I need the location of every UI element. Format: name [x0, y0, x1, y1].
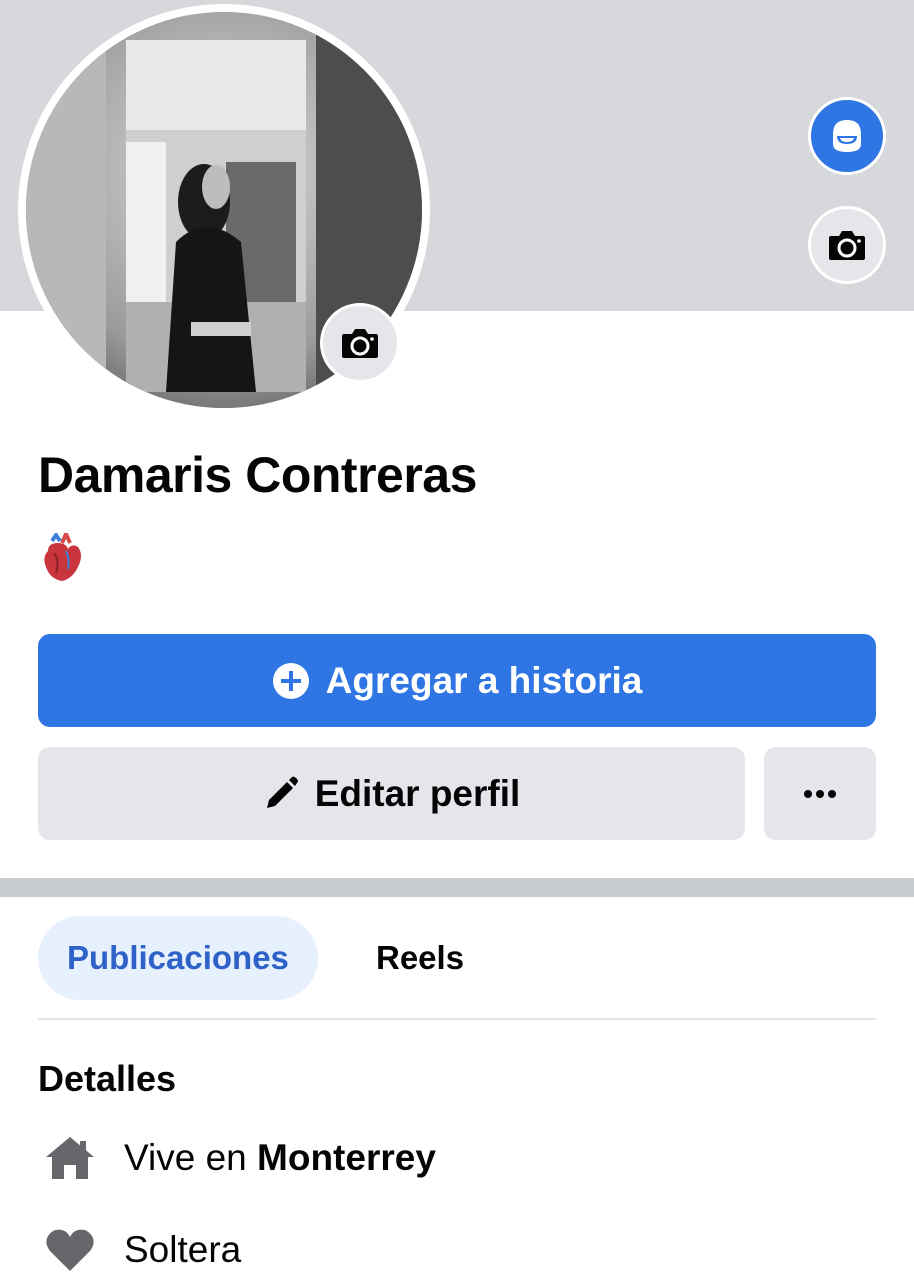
- tab-reels[interactable]: Reels: [376, 916, 464, 1000]
- tab-publicaciones[interactable]: Publicaciones: [38, 916, 318, 1000]
- more-dots-icon: [804, 789, 836, 798]
- camera-icon: [342, 329, 378, 358]
- tabs-divider: [38, 1018, 876, 1020]
- pencil-icon: [266, 776, 298, 808]
- avatar-icon: [833, 120, 861, 152]
- plus-circle-icon: [272, 662, 309, 699]
- edit-profile-button[interactable]: Editar perfil: [38, 747, 745, 840]
- detail-relationship: Soltera: [44, 1226, 241, 1274]
- anatomical-heart-emoji: [44, 533, 81, 581]
- detail-lives-in: Vive en Monterrey: [44, 1134, 436, 1182]
- camera-icon: [829, 231, 865, 260]
- edit-profile-label: Editar perfil: [314, 772, 521, 814]
- relationship-status: Soltera: [124, 1229, 242, 1270]
- avatar-button[interactable]: [808, 97, 886, 175]
- profile-name: Damaris Contreras: [38, 447, 477, 503]
- more-options-button[interactable]: [764, 747, 876, 840]
- add-to-story-label: Agregar a historia: [325, 659, 643, 701]
- lives-in-city[interactable]: Monterrey: [257, 1137, 436, 1179]
- edit-cover-camera-button[interactable]: [808, 206, 886, 284]
- add-to-story-button[interactable]: Agregar a historia: [38, 634, 876, 727]
- heart-icon: [44, 1226, 96, 1274]
- details-title: Detalles: [38, 1058, 177, 1099]
- home-icon: [44, 1134, 96, 1182]
- edit-profile-photo-camera-button[interactable]: [320, 303, 400, 383]
- lives-in-prefix: Vive en: [124, 1137, 247, 1178]
- section-divider: [0, 878, 914, 897]
